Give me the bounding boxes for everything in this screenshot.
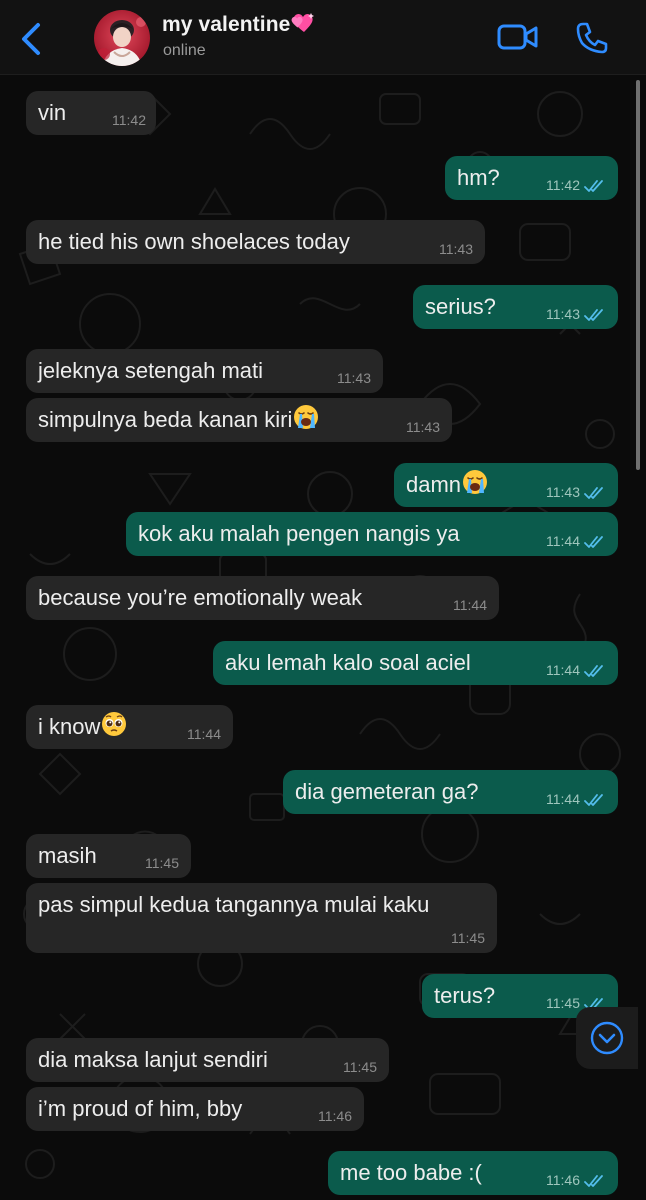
message-outgoing[interactable]: serius? 11:43	[413, 285, 618, 329]
message-incoming[interactable]: because you’re emotionally weak 11:44	[26, 576, 499, 620]
loudly-crying-face-emoji	[293, 401, 319, 445]
pleading-face-emoji	[101, 708, 127, 752]
chat-header: my valentine online	[0, 0, 646, 75]
loudly-crying-face-emoji	[462, 466, 488, 510]
message-outgoing[interactable]: damn 11:43	[394, 463, 618, 507]
message-incoming[interactable]: vin 11:42	[26, 91, 156, 135]
read-ticks-icon	[584, 180, 603, 192]
message-outgoing[interactable]: hm? 11:42	[445, 156, 618, 200]
read-ticks-icon	[584, 665, 603, 677]
message-incoming[interactable]: jeleknya setengah mati 11:43	[26, 349, 383, 393]
message-incoming[interactable]: masih 11:45	[26, 834, 191, 878]
contact-name[interactable]: my valentine	[162, 12, 315, 40]
read-ticks-icon	[584, 1175, 603, 1187]
read-ticks-icon	[584, 487, 603, 499]
read-ticks-icon	[584, 309, 603, 321]
message-incoming[interactable]: pas simpul kedua tangannya mulai kaku 11…	[26, 883, 497, 953]
video-call-icon	[497, 24, 538, 50]
video-call-button[interactable]	[496, 20, 540, 54]
message-incoming[interactable]: dia maksa lanjut sendiri 11:45	[26, 1038, 389, 1082]
message-incoming[interactable]: i know 11:44	[26, 705, 233, 749]
chat-screen: my valentine online vin 11:42 hm? 11:42 …	[0, 0, 646, 1200]
sparkling-heart-emoji	[291, 12, 315, 40]
message-outgoing[interactable]: kok aku malah pengen nangis ya 11:44	[126, 512, 618, 556]
scroll-to-bottom-button[interactable]	[576, 1007, 638, 1069]
chevron-left-icon	[22, 23, 40, 55]
scrollbar[interactable]	[636, 80, 640, 470]
back-button[interactable]	[14, 20, 48, 58]
message-incoming[interactable]: simpulnya beda kanan kiri 11:43	[26, 398, 452, 442]
phone-call-button[interactable]	[572, 18, 612, 58]
read-ticks-icon	[584, 536, 603, 548]
chevron-down-circle-icon	[590, 1021, 624, 1055]
phone-call-icon	[576, 22, 608, 54]
message-outgoing[interactable]: aku lemah kalo soal aciel 11:44	[213, 641, 618, 685]
message-outgoing[interactable]: me too babe :( 11:46	[328, 1151, 618, 1195]
message-incoming[interactable]: he tied his own shoelaces today 11:43	[26, 220, 485, 264]
read-ticks-icon	[584, 794, 603, 806]
message-outgoing[interactable]: dia gemeteran ga? 11:44	[283, 770, 618, 814]
message-incoming[interactable]: i’m proud of him, bby 11:46	[26, 1087, 364, 1131]
avatar[interactable]	[94, 10, 150, 66]
contact-status: online	[163, 42, 206, 59]
